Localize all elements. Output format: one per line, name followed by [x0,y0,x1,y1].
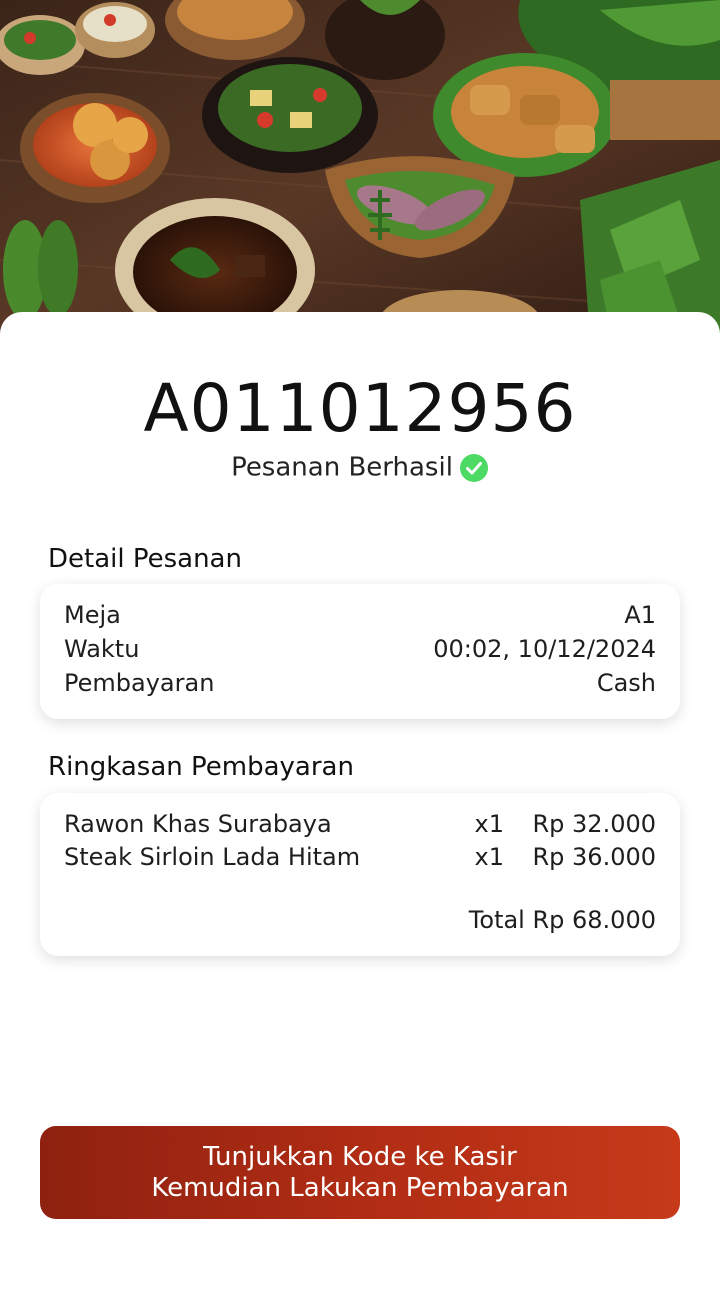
detail-label: Meja [64,601,121,629]
detail-row-payment: Pembayaran Cash [64,669,656,703]
item-name: Steak Sirloin Lada Hitam [64,843,361,871]
detail-value: A1 [624,601,656,629]
order-status: Pesanan Berhasil [0,452,720,483]
detail-label: Pembayaran [64,669,215,697]
cta-line-2: Kemudian Lakukan Pembayaran [151,1172,569,1203]
item-price: Rp 32.000 [532,810,656,838]
hero-food-image [0,0,720,340]
summary-section-title: Ringkasan Pembayaran [48,752,354,782]
item-qty: x1 [474,843,504,871]
payment-summary-card: Rawon Khas Surabaya x1 Rp 32.000 Steak S… [40,793,680,956]
detail-value: Cash [596,669,656,697]
order-detail-card: Meja A1 Waktu 00:02, 10/12/2024 Pembayar… [40,584,680,719]
summary-total: Total Rp 68.000 [468,906,656,934]
show-code-to-cashier-button[interactable]: Tunjukkan Kode ke Kasir Kemudian Lakukan… [40,1126,680,1219]
detail-row-time: Waktu 00:02, 10/12/2024 [64,635,656,669]
check-circle-icon [459,453,489,483]
detail-value: 00:02, 10/12/2024 [433,635,656,663]
item-qty: x1 [474,810,504,838]
detail-section-title: Detail Pesanan [48,544,242,574]
order-status-label: Pesanan Berhasil [231,452,453,483]
summary-item-row: Steak Sirloin Lada Hitam x1 Rp 36.000 [64,843,656,877]
cta-line-1: Tunjukkan Kode ke Kasir [203,1141,517,1172]
item-name: Rawon Khas Surabaya [64,810,332,838]
summary-item-row: Rawon Khas Surabaya x1 Rp 32.000 [64,810,656,844]
detail-row-table: Meja A1 [64,601,656,635]
item-price: Rp 36.000 [532,843,656,871]
detail-label: Waktu [64,635,140,663]
order-code: A011012956 [143,370,577,447]
summary-total-row: Total Rp 68.000 [64,906,656,940]
